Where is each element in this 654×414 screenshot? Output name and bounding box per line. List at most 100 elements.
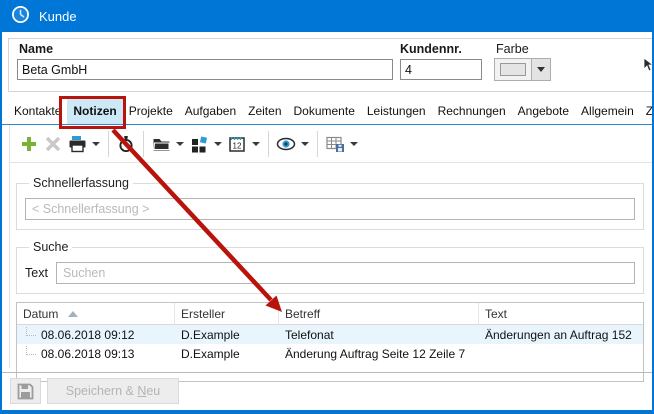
tree-node-icon [26,327,36,336]
quick-entry-group-label: Schnellerfassung [29,176,133,190]
notizen-tab-page: 12 [9,125,652,368]
chevron-down-icon [350,142,358,146]
toolbar-separator [143,131,144,157]
color-dropdown-button[interactable] [532,58,551,81]
notes-toolbar: 12 [10,125,652,163]
timer-button[interactable] [114,131,138,157]
tab-aufgaben[interactable]: Aufgaben [179,99,242,125]
search-input[interactable] [56,262,635,284]
chevron-down-icon [214,142,222,146]
table-header-row: Datum Ersteller Betreff Text [17,303,643,325]
column-header-datum[interactable]: Datum [17,303,175,324]
print-dropdown-button[interactable] [89,131,103,157]
color-swatch [500,63,526,76]
view-dropdown-button[interactable] [298,131,312,157]
plus-icon [20,135,38,153]
quick-entry-input[interactable] [25,198,635,220]
cell-datum: 08.06.2018 09:12 [41,328,134,342]
tab-kontakte[interactable]: Kontakte [8,99,67,125]
kundennr-label: Kundennr. [400,42,462,56]
cell-text: Änderungen an Auftrag 152 [479,325,643,344]
cell-betreff: Telefonat [279,325,479,344]
cell-text [479,344,643,363]
cell-ersteller: D.Example [175,325,279,344]
close-x-icon [45,136,61,152]
kunde-window: Kunde Name Kundennr. Farbe Kontakte Noti… [0,0,654,414]
tab-angebote[interactable]: Angebote [512,99,575,125]
calendar-button[interactable]: 12 [225,131,249,157]
name-input[interactable] [17,59,393,80]
folder-icon [152,136,171,152]
name-label: Name [19,42,53,56]
cell-datum: 08.06.2018 09:13 [41,347,134,361]
save-new-accesskey: N [137,384,146,398]
tab-leistungen[interactable]: Leistungen [361,99,432,125]
column-header-ersteller[interactable]: Ersteller [175,303,279,324]
timer-icon [117,135,135,153]
sort-ascending-icon [68,311,78,317]
save-new-label: Speichern & [66,384,138,398]
chevron-down-icon [176,142,184,146]
cell-betreff: Änderung Auftrag Seite 12 Zeile 7 [279,344,479,363]
column-header-betreff[interactable]: Betreff [279,303,479,324]
toolbar-separator [108,131,109,157]
print-button[interactable] [65,131,89,157]
notes-table: Datum Ersteller Betreff Text 08.06.2018 … [16,302,644,382]
column-header-label: Datum [23,307,58,321]
save-new-label-suffix: eu [146,384,160,398]
table-row[interactable]: 08.06.2018 09:12 D.Example Telefonat Änd… [17,325,643,344]
modules-button[interactable] [187,131,211,157]
calendar-dropdown-button[interactable] [249,131,263,157]
kundennr-input[interactable] [400,59,482,80]
blocks-icon [190,135,208,153]
floppy-save-icon [17,383,34,400]
farbe-color-picker[interactable] [494,58,551,81]
folder-button[interactable] [149,131,173,157]
search-group-label: Suche [29,240,72,254]
table-row[interactable]: 08.06.2018 09:13 D.Example Änderung Auft… [17,344,643,363]
eye-icon [276,136,296,152]
toolbar-separator [317,131,318,157]
customer-header-panel: Name Kundennr. Farbe [8,38,654,92]
tab-notizen[interactable]: Notizen [67,99,122,125]
save-button[interactable] [10,378,41,404]
tab-zeiten[interactable]: Zeiten [242,99,287,125]
save-and-new-button[interactable]: Speichern & Neu [47,378,179,404]
column-header-text[interactable]: Text [479,303,643,324]
titlebar: Kunde [2,0,652,32]
calendar-icon: 12 [228,135,246,153]
view-button[interactable] [274,131,298,157]
chevron-down-icon [92,142,100,146]
tab-dokumente[interactable]: Dokumente [288,99,361,125]
tab-projekte[interactable]: Projekte [123,99,179,125]
folder-dropdown-button[interactable] [173,131,187,157]
tab-allgemein[interactable]: Allgemein [575,99,640,125]
printer-icon [68,135,87,153]
delete-note-button[interactable] [41,131,65,157]
search-text-label: Text [25,266,48,280]
tree-node-icon [26,346,36,355]
quick-entry-group: Schnellerfassung [16,176,644,230]
window-title: Kunde [39,9,77,24]
export-dropdown-button[interactable] [347,131,361,157]
clock-app-icon [11,5,30,27]
calendar-day-number: 12 [233,141,242,150]
cell-ersteller: D.Example [175,344,279,363]
add-note-button[interactable] [17,131,41,157]
color-swatch-button[interactable] [494,58,532,81]
farbe-label: Farbe [496,42,529,56]
column-header-label: Betreff [285,307,320,321]
export-table-button[interactable] [323,131,347,157]
table-export-icon [326,135,345,153]
chevron-down-icon [301,142,309,146]
cursor-artifact-icon [643,57,652,73]
modules-dropdown-button[interactable] [211,131,225,157]
panel-splitter[interactable] [2,372,652,373]
tab-strip: Kontakte Notizen Projekte Aufgaben Zeite… [8,99,652,125]
search-group: Suche Text [16,240,644,294]
chevron-down-icon [537,67,545,72]
toolbar-separator [268,131,269,157]
tab-zusatz[interactable]: Zu [640,99,652,125]
tab-rechnungen[interactable]: Rechnungen [432,99,512,125]
column-header-label: Text [485,307,507,321]
